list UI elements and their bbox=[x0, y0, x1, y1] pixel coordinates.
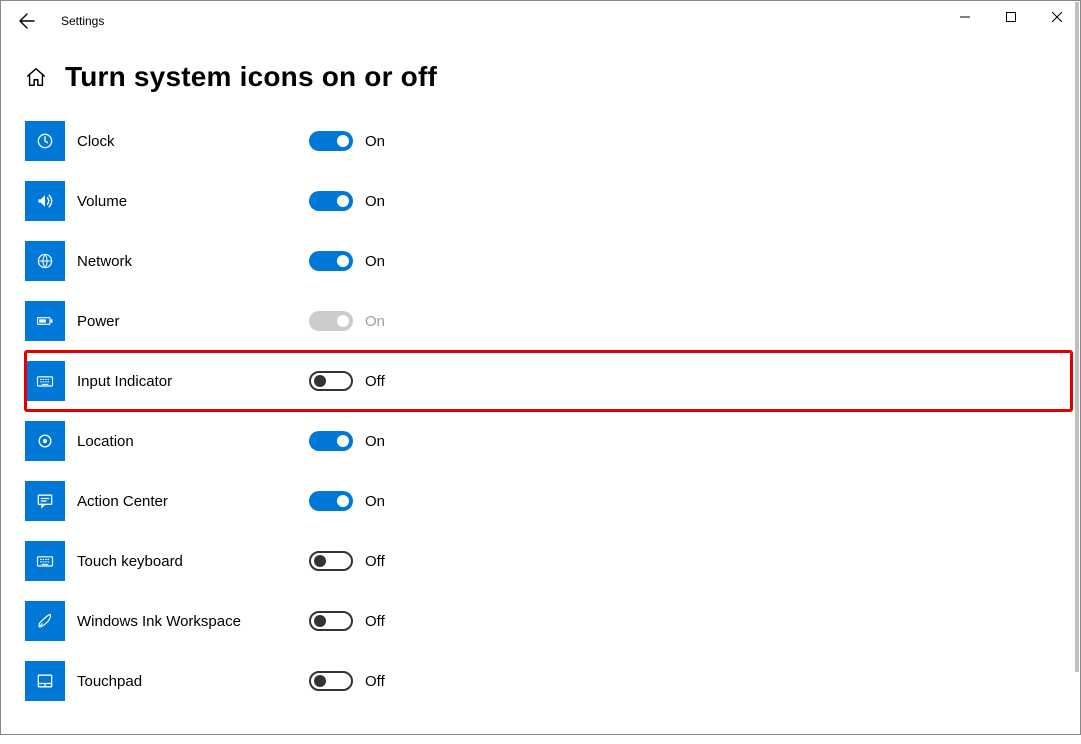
toggle-wrap: Off bbox=[309, 611, 385, 631]
setting-label: Clock bbox=[77, 133, 309, 150]
toggle-network[interactable] bbox=[309, 251, 353, 271]
clock-icon-tile bbox=[25, 121, 65, 161]
windows-ink-icon bbox=[35, 611, 55, 631]
toggle-wrap: On bbox=[309, 491, 385, 511]
toggle-state-label: Off bbox=[365, 553, 385, 570]
setting-row-windows-ink: Windows Ink Workspace Off bbox=[25, 591, 1072, 651]
toggle-location[interactable] bbox=[309, 431, 353, 451]
toggle-state-label: Off bbox=[365, 373, 385, 390]
setting-row-clock: Clock On bbox=[25, 111, 1072, 171]
setting-label: Action Center bbox=[77, 493, 309, 510]
toggle-windows-ink[interactable] bbox=[309, 611, 353, 631]
toggle-state-label: On bbox=[365, 253, 385, 270]
setting-label: Input Indicator bbox=[77, 373, 309, 390]
setting-row-volume: Volume On bbox=[25, 171, 1072, 231]
windows-ink-icon-tile bbox=[25, 601, 65, 641]
app-title: Settings bbox=[61, 14, 104, 28]
input-indicator-icon-tile bbox=[25, 361, 65, 401]
setting-label: Touch keyboard bbox=[77, 553, 309, 570]
power-icon bbox=[35, 311, 55, 331]
toggle-touch-keyboard[interactable] bbox=[309, 551, 353, 571]
toggle-touchpad[interactable] bbox=[309, 671, 353, 691]
toggle-state-label: On bbox=[365, 433, 385, 450]
toggle-state-label: Off bbox=[365, 613, 385, 630]
close-button[interactable] bbox=[1034, 1, 1080, 33]
action-center-icon-tile bbox=[25, 481, 65, 521]
toggle-state-label: On bbox=[365, 493, 385, 510]
location-icon bbox=[35, 431, 55, 451]
setting-row-network: Network On bbox=[25, 231, 1072, 291]
toggle-power bbox=[309, 311, 353, 331]
back-button[interactable] bbox=[7, 1, 47, 41]
minimize-button[interactable] bbox=[942, 1, 988, 33]
setting-label: Volume bbox=[77, 193, 309, 210]
setting-label: Network bbox=[77, 253, 309, 270]
input-indicator-icon bbox=[35, 371, 55, 391]
minimize-icon bbox=[960, 12, 970, 22]
setting-row-touchpad: Touchpad Off bbox=[25, 651, 1072, 711]
toggle-wrap: On bbox=[309, 191, 385, 211]
toggle-wrap: On bbox=[309, 251, 385, 271]
network-icon bbox=[35, 251, 55, 271]
touchpad-icon-tile bbox=[25, 661, 65, 701]
maximize-button[interactable] bbox=[988, 1, 1034, 33]
setting-row-touch-keyboard: Touch keyboard Off bbox=[25, 531, 1072, 591]
toggle-action-center[interactable] bbox=[309, 491, 353, 511]
back-arrow-icon bbox=[19, 13, 35, 29]
titlebar: Settings bbox=[1, 1, 1080, 41]
setting-row-input-indicator: Input Indicator Off bbox=[25, 351, 1072, 411]
toggle-wrap: On bbox=[309, 431, 385, 451]
toggle-wrap: On bbox=[309, 131, 385, 151]
touchpad-icon bbox=[35, 671, 55, 691]
volume-icon bbox=[35, 191, 55, 211]
toggle-wrap: Off bbox=[309, 671, 385, 691]
setting-label: Touchpad bbox=[77, 673, 309, 690]
location-icon-tile bbox=[25, 421, 65, 461]
page-title: Turn system icons on or off bbox=[65, 61, 437, 93]
touch-keyboard-icon-tile bbox=[25, 541, 65, 581]
setting-row-action-center: Action Center On bbox=[25, 471, 1072, 531]
maximize-icon bbox=[1006, 12, 1016, 22]
page-header: Turn system icons on or off bbox=[1, 41, 1080, 111]
action-center-icon bbox=[35, 491, 55, 511]
home-icon[interactable] bbox=[25, 66, 47, 88]
touch-keyboard-icon bbox=[35, 551, 55, 571]
scrollbar[interactable] bbox=[1075, 2, 1079, 672]
close-icon bbox=[1052, 12, 1062, 22]
toggle-wrap: Off bbox=[309, 371, 385, 391]
settings-list: Clock On Volume On Network On Power On Input Ind… bbox=[1, 111, 1080, 744]
toggle-input-indicator[interactable] bbox=[309, 371, 353, 391]
toggle-state-label: On bbox=[365, 313, 385, 330]
toggle-state-label: On bbox=[365, 133, 385, 150]
setting-label: Power bbox=[77, 313, 309, 330]
toggle-clock[interactable] bbox=[309, 131, 353, 151]
power-icon-tile bbox=[25, 301, 65, 341]
toggle-state-label: On bbox=[365, 193, 385, 210]
toggle-state-label: Off bbox=[365, 673, 385, 690]
setting-row-power: Power On bbox=[25, 291, 1072, 351]
network-icon-tile bbox=[25, 241, 65, 281]
window-controls bbox=[942, 1, 1080, 33]
toggle-wrap: Off bbox=[309, 551, 385, 571]
setting-row-location: Location On bbox=[25, 411, 1072, 471]
setting-label: Windows Ink Workspace bbox=[77, 613, 309, 630]
toggle-wrap: On bbox=[309, 311, 385, 331]
toggle-volume[interactable] bbox=[309, 191, 353, 211]
clock-icon bbox=[35, 131, 55, 151]
volume-icon-tile bbox=[25, 181, 65, 221]
setting-label: Location bbox=[77, 433, 309, 450]
